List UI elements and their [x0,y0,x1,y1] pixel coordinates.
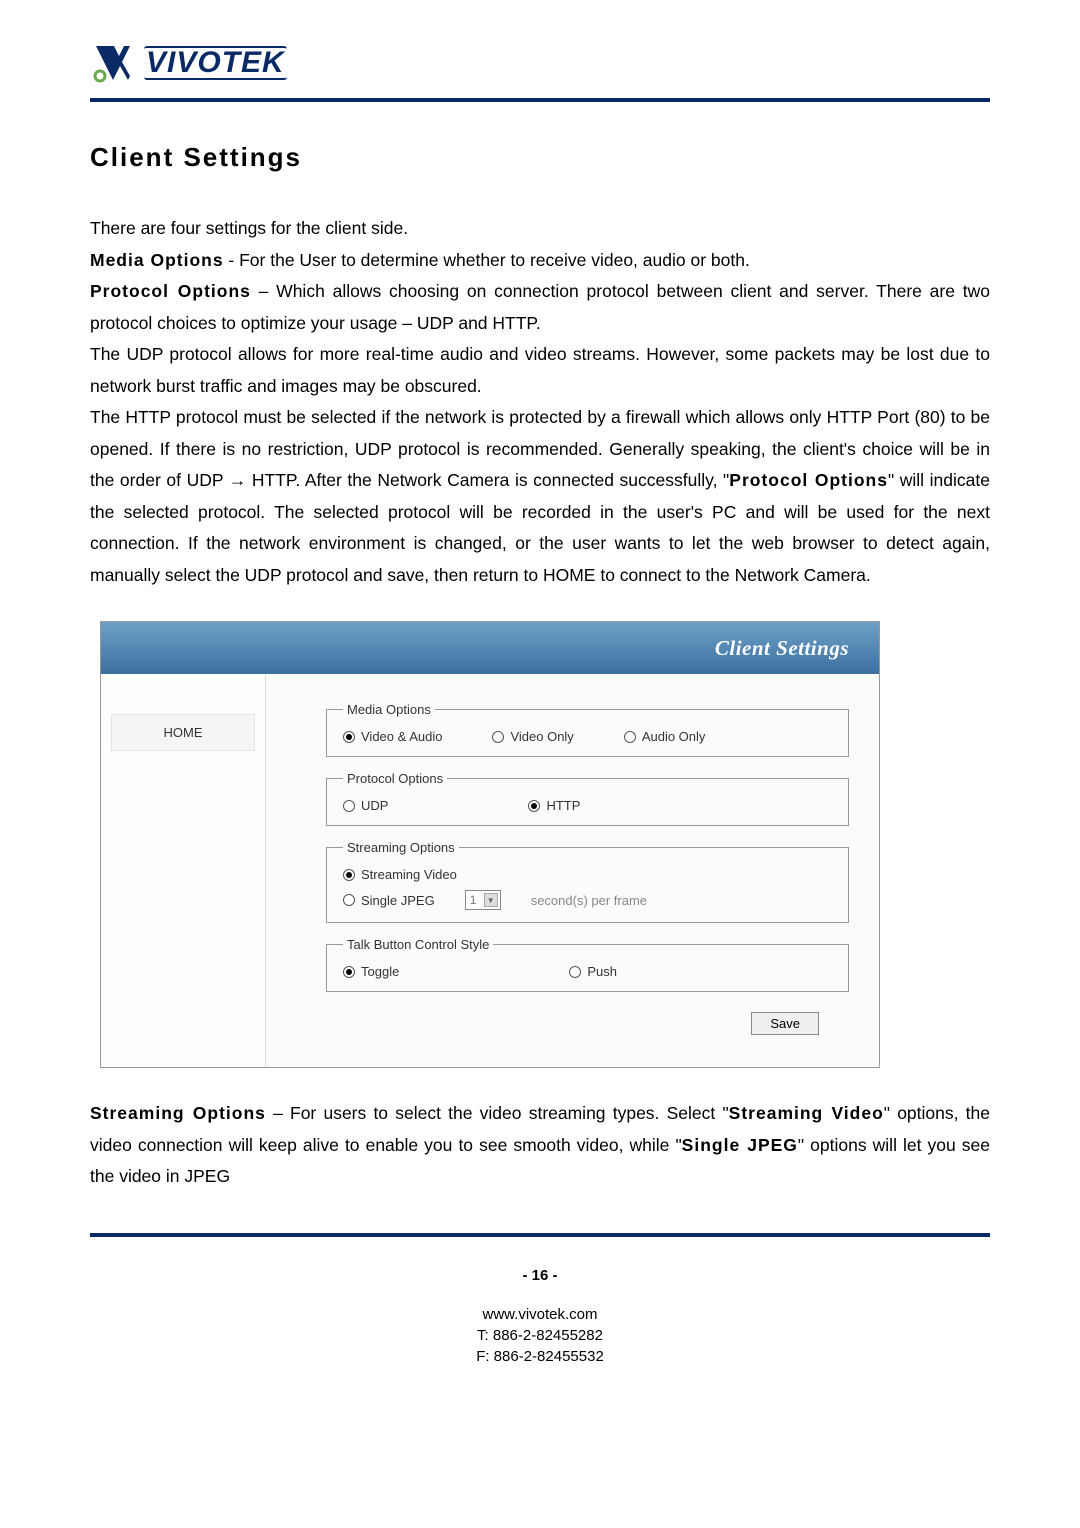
screenshot-titlebar: Client Settings [101,622,879,674]
brand-logo: VIVOTEK [90,40,990,86]
streaming-options-legend: Streaming Options [343,840,459,855]
radio-icon [343,800,355,812]
chevron-down-icon: ▼ [484,893,498,907]
screenshot-sidebar: HOME [101,674,266,1067]
radio-udp[interactable]: UDP [343,798,388,813]
page-number: - 16 - [90,1267,990,1284]
client-settings-screenshot: Client Settings HOME Media Options Video… [100,621,880,1068]
media-options-para: Media Options - For the User to determin… [90,245,990,277]
page-title: Client Settings [90,142,990,173]
body-copy: There are four settings for the client s… [90,213,990,591]
streaming-para: Streaming Options – For users to select … [90,1098,990,1193]
per-frame-label: second(s) per frame [531,893,647,908]
radio-single-jpeg[interactable]: Single JPEG [343,893,435,908]
radio-video-audio[interactable]: Video & Audio [343,729,442,744]
footer-fax: F: 886-2-82455532 [90,1346,990,1367]
seconds-per-frame-select[interactable]: 1 ▼ [465,890,501,910]
media-options-label: Media Options [90,250,224,270]
radio-streaming-video[interactable]: Streaming Video [343,867,832,882]
radio-http[interactable]: HTTP [528,798,580,813]
radio-push[interactable]: Push [569,964,617,979]
udp-para: The UDP protocol allows for more real-ti… [90,339,990,402]
radio-icon [569,966,581,978]
protocol-options-label: Protocol Options [90,281,251,301]
header-divider [90,98,990,102]
footer-divider [90,1233,990,1237]
radio-video-only[interactable]: Video Only [492,729,573,744]
streaming-options-label: Streaming Options [90,1103,266,1123]
screenshot-title: Client Settings [715,636,849,661]
page-footer: - 16 - www.vivotek.com T: 886-2-82455282… [90,1267,990,1367]
radio-icon [343,869,355,881]
radio-icon [343,894,355,906]
protocol-options-group: Protocol Options UDP HTTP [326,771,849,826]
radio-icon [528,800,540,812]
screenshot-main: Media Options Video & Audio Video Only [266,674,879,1067]
talk-button-legend: Talk Button Control Style [343,937,493,952]
radio-audio-only[interactable]: Audio Only [624,729,706,744]
media-options-group: Media Options Video & Audio Video Only [326,702,849,757]
talk-button-group: Talk Button Control Style Toggle Push [326,937,849,992]
logo-text: VIVOTEK [144,46,287,80]
radio-icon [343,731,355,743]
radio-toggle[interactable]: Toggle [343,964,399,979]
radio-icon [624,731,636,743]
logo-icon [90,40,136,86]
save-button[interactable]: Save [751,1012,819,1035]
radio-icon [343,966,355,978]
intro-line: There are four settings for the client s… [90,213,990,245]
radio-icon [492,731,504,743]
http-para: The HTTP protocol must be selected if th… [90,402,990,591]
media-options-legend: Media Options [343,702,435,717]
streaming-options-group: Streaming Options Streaming Video Single… [326,840,849,923]
protocol-options-legend: Protocol Options [343,771,447,786]
footer-url: www.vivotek.com [90,1304,990,1325]
footer-tel: T: 886-2-82455282 [90,1325,990,1346]
protocol-options-para: Protocol Options – Which allows choosing… [90,276,990,339]
sidebar-item-home[interactable]: HOME [111,714,255,751]
